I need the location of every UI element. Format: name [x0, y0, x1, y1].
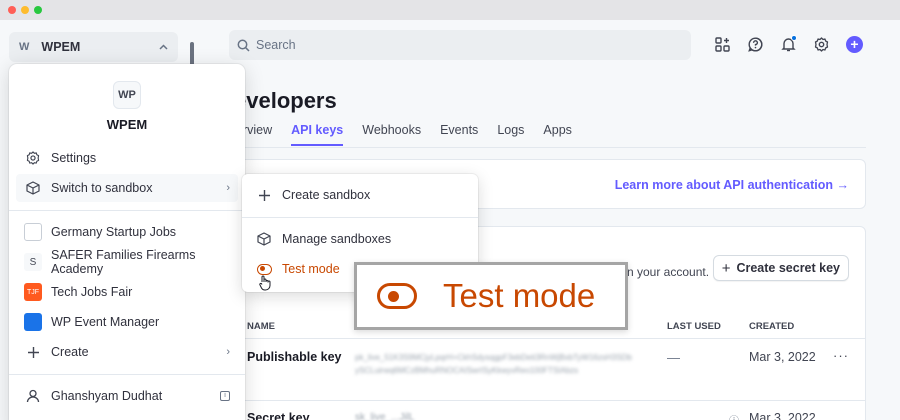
create-icon[interactable]: +	[846, 36, 863, 53]
account-item-safer-families[interactable]: S SAFER Families Firearms Academy	[16, 248, 238, 276]
user-profile-menu-item[interactable]: Ghanshyam Dudhat i	[16, 382, 238, 410]
account-initial: W	[19, 41, 30, 53]
key-created: Mar 3, 2022	[749, 350, 816, 364]
notification-badge	[791, 35, 797, 41]
tab-apps[interactable]: Apps	[543, 123, 572, 146]
info-icon[interactable]: i	[220, 391, 230, 401]
account-avatar: TJF	[24, 283, 42, 301]
window-titlebar	[0, 0, 900, 20]
search-icon	[237, 39, 250, 52]
account-avatar: S	[24, 253, 42, 271]
create-secret-key-label: Create secret key	[736, 261, 840, 275]
hand-cursor-icon	[259, 275, 271, 294]
key-token[interactable]: pk_live_51K3S9MCjyLpqrH+CkhSdysqgpF3ebDe…	[355, 351, 635, 377]
page-title: evelopers	[234, 88, 337, 113]
tab-events[interactable]: Events	[440, 123, 478, 146]
table-row[interactable]: Publishable key pk_live_51K3S9MCjyLpqrH+…	[235, 339, 865, 401]
key-name: Secret key	[247, 411, 310, 420]
tab-webhooks[interactable]: Webhooks	[362, 123, 421, 146]
create-sandbox-menu-item[interactable]: Create sandbox	[256, 187, 370, 203]
account-logo: WP	[113, 81, 141, 109]
account-item-tech-jobs-fair[interactable]: TJF Tech Jobs Fair	[16, 278, 238, 306]
key-name: Publishable key	[247, 350, 342, 364]
menu-divider	[9, 210, 245, 211]
plus-icon	[256, 187, 272, 203]
user-icon	[24, 387, 42, 405]
zoom-callout: Test mode	[354, 262, 628, 330]
switch-to-sandbox-label: Switch to sandbox	[51, 181, 153, 195]
tabs-divider	[234, 147, 866, 148]
create-label: Create	[51, 345, 89, 359]
create-secret-key-button[interactable]: + Create secret key	[712, 255, 849, 281]
test-mode-label: Test mode	[282, 262, 340, 276]
search-placeholder: Search	[256, 38, 296, 52]
account-item-germany-startup-jobs[interactable]: Germany Startup Jobs	[16, 218, 238, 246]
account-item-wp-event-manager[interactable]: WP Event Manager	[16, 308, 238, 336]
manage-sandboxes-menu-item[interactable]: Manage sandboxes	[256, 231, 391, 247]
tab-logs[interactable]: Logs	[497, 123, 524, 146]
header-name: NAME	[247, 321, 275, 332]
close-window-button[interactable]	[8, 6, 16, 14]
header-created: CREATED	[749, 321, 795, 332]
header-last-used: LAST USED	[667, 321, 721, 332]
maximize-window-button[interactable]	[34, 6, 42, 14]
account-item-label: SAFER Families Firearms Academy	[51, 248, 196, 276]
more-icon[interactable]: ···	[833, 348, 849, 363]
info-icon: ⓘ	[729, 412, 739, 420]
learn-api-auth-link[interactable]: Learn more about API authentication →	[615, 178, 849, 192]
create-sandbox-label: Create sandbox	[282, 188, 371, 202]
account-switcher-button[interactable]: W WPEM	[9, 32, 178, 62]
apps-icon[interactable]	[714, 36, 731, 53]
create-account-menu-item[interactable]: Create ›	[16, 338, 238, 366]
settings-icon[interactable]	[813, 36, 830, 53]
sandbox-cube-icon	[24, 179, 42, 197]
account-menu: WP WPEM Settings Switch to sandbox › Ger…	[9, 64, 245, 420]
settings-menu-item[interactable]: Settings	[16, 144, 238, 172]
manage-sandboxes-label: Manage sandboxes	[282, 232, 392, 246]
calendar-icon	[24, 313, 42, 331]
table-row[interactable]: Secret key sk_live_...JilL ⓘ Mar 3, 2022	[235, 403, 865, 420]
account-menu-name: WPEM	[106, 117, 148, 132]
help-icon[interactable]	[747, 36, 764, 53]
broken-image-icon	[24, 223, 42, 241]
key-created: Mar 3, 2022	[749, 411, 816, 420]
tab-api-keys[interactable]: API keys	[291, 123, 344, 146]
key-last-used: —	[667, 350, 680, 365]
account-name: WPEM	[41, 40, 81, 54]
settings-label: Settings	[51, 151, 97, 165]
notifications-icon[interactable]	[780, 35, 797, 53]
topbar: Search +	[200, 20, 900, 70]
key-token[interactable]: sk_live_...JilL	[355, 412, 414, 420]
menu-divider	[9, 374, 245, 375]
sandbox-cube-icon	[256, 231, 272, 247]
plus-icon: +	[721, 259, 731, 277]
toggle-icon	[256, 263, 272, 275]
minimize-window-button[interactable]	[21, 6, 29, 14]
account-item-label: Germany Startup Jobs	[51, 225, 177, 239]
gear-icon	[24, 149, 42, 167]
user-name: Ghanshyam Dudhat	[51, 389, 163, 403]
search-input[interactable]: Search	[229, 30, 691, 60]
toggle-icon	[377, 283, 417, 309]
account-item-label: WP Event Manager	[51, 315, 160, 329]
switch-to-sandbox-menu-item[interactable]: Switch to sandbox ›	[16, 174, 238, 202]
account-item-label: Tech Jobs Fair	[51, 285, 133, 299]
plus-icon	[24, 343, 42, 361]
tab-bar: erview API keys Webhooks Events Logs App…	[236, 123, 572, 146]
keys-description: n your account.	[627, 265, 710, 279]
menu-divider	[242, 217, 478, 218]
chevron-right-icon: ›	[226, 182, 230, 194]
zoom-callout-label: Test mode	[443, 277, 596, 314]
chevron-up-icon	[159, 42, 168, 52]
chevron-right-icon: ›	[226, 346, 230, 358]
